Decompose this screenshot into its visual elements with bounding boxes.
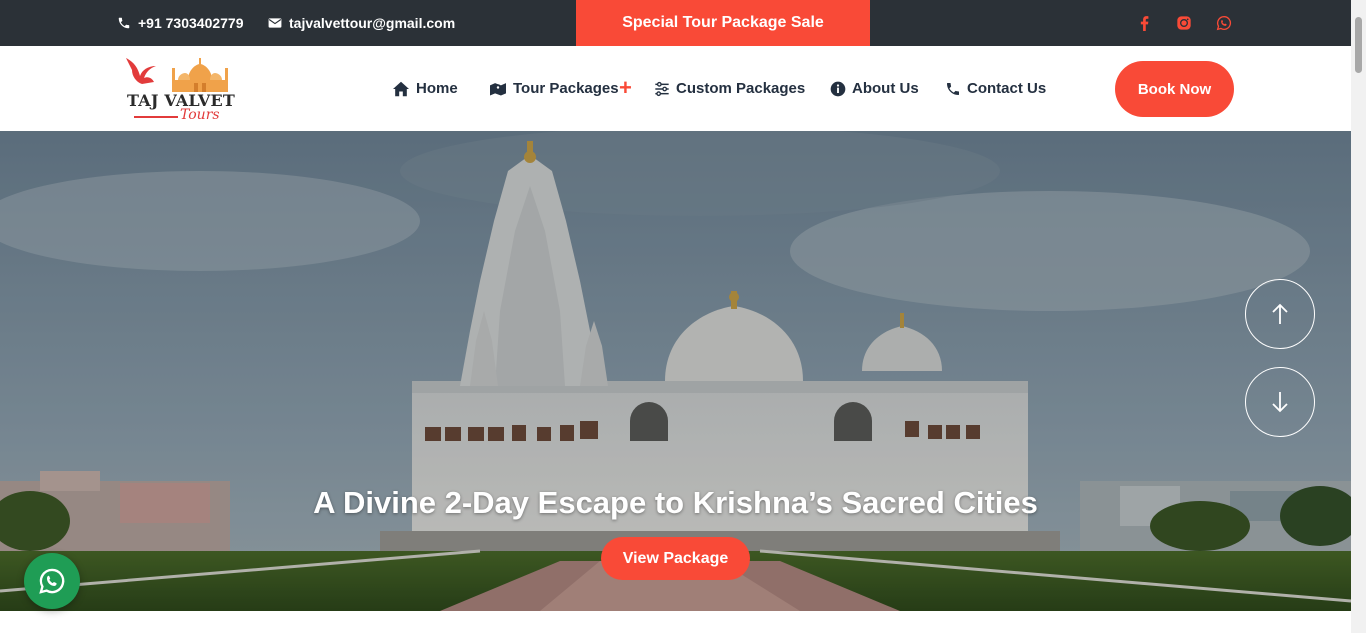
- view-package-button[interactable]: View Package: [601, 537, 750, 580]
- dropdown-plus-icon[interactable]: +: [619, 76, 632, 100]
- whatsapp-icon: [1216, 15, 1232, 31]
- whatsapp-float-button[interactable]: [24, 553, 80, 609]
- mail-icon: [268, 18, 282, 28]
- info-icon: [830, 81, 846, 96]
- sale-label: Special Tour Package Sale: [622, 14, 824, 31]
- arrow-down-icon: [1272, 392, 1288, 413]
- map-icon: [490, 82, 506, 96]
- nav-item-contact-us[interactable]: Contact Us: [945, 46, 1046, 131]
- home-icon: [393, 81, 409, 96]
- logo[interactable]: TAJ VALVET Tours: [122, 54, 257, 126]
- phone-icon: [118, 17, 130, 29]
- page: +91 7303402779 tajvalvettour@gmail.com S…: [0, 0, 1366, 633]
- logo-emblem: [126, 58, 228, 92]
- sliders-icon: [655, 81, 669, 96]
- email-contact[interactable]: tajvalvettour@gmail.com: [268, 0, 455, 46]
- nav-label-home: Home: [416, 80, 458, 97]
- whatsapp-icon: [39, 568, 65, 594]
- nav-item-tour-packages[interactable]: Tour Packages: [489, 46, 619, 131]
- book-now-button[interactable]: Book Now: [1115, 61, 1234, 117]
- main-header: TAJ VALVET Tours Home Tour Packages + Cu…: [0, 46, 1351, 131]
- logo-script-text: Tours: [180, 107, 220, 123]
- nav-item-about-us[interactable]: About Us: [830, 46, 919, 131]
- instagram-icon: [1177, 16, 1191, 30]
- slider-next-button[interactable]: [1245, 367, 1315, 437]
- book-now-label: Book Now: [1137, 80, 1212, 98]
- nav-item-home[interactable]: Home: [392, 46, 458, 131]
- phone-contact[interactable]: +91 7303402779: [117, 0, 244, 46]
- nav-label-contact-us: Contact Us: [967, 80, 1047, 97]
- phone-number: +91 7303402779: [138, 15, 244, 31]
- whatsapp-link[interactable]: [1214, 0, 1234, 46]
- email-address: tajvalvettour@gmail.com: [289, 15, 456, 31]
- hero-slider: A Divine 2-Day Escape to Krishna’s Sacre…: [0, 131, 1351, 611]
- scrollbar-thumb[interactable]: [1355, 17, 1362, 73]
- nav-item-custom-packages[interactable]: Custom Packages: [654, 46, 805, 131]
- view-package-label: View Package: [622, 549, 729, 567]
- arrow-up-icon: [1272, 303, 1288, 324]
- logo-underline: [134, 116, 178, 118]
- nav-label-about-us: About Us: [852, 80, 919, 97]
- hero-title: A Divine 2-Day Escape to Krishna’s Sacre…: [313, 485, 1038, 520]
- nav-label-custom-packages: Custom Packages: [676, 80, 806, 97]
- top-bar: +91 7303402779 tajvalvettour@gmail.com S…: [0, 0, 1351, 46]
- sale-banner[interactable]: Special Tour Package Sale: [576, 0, 870, 46]
- page-scrollbar[interactable]: [1351, 0, 1366, 633]
- nav-label-tour-packages: Tour Packages: [513, 80, 619, 97]
- facebook-link[interactable]: [1134, 0, 1154, 46]
- facebook-icon: [1140, 15, 1148, 31]
- instagram-link[interactable]: [1174, 0, 1194, 46]
- slider-prev-button[interactable]: [1245, 279, 1315, 349]
- phone-icon: [947, 82, 959, 95]
